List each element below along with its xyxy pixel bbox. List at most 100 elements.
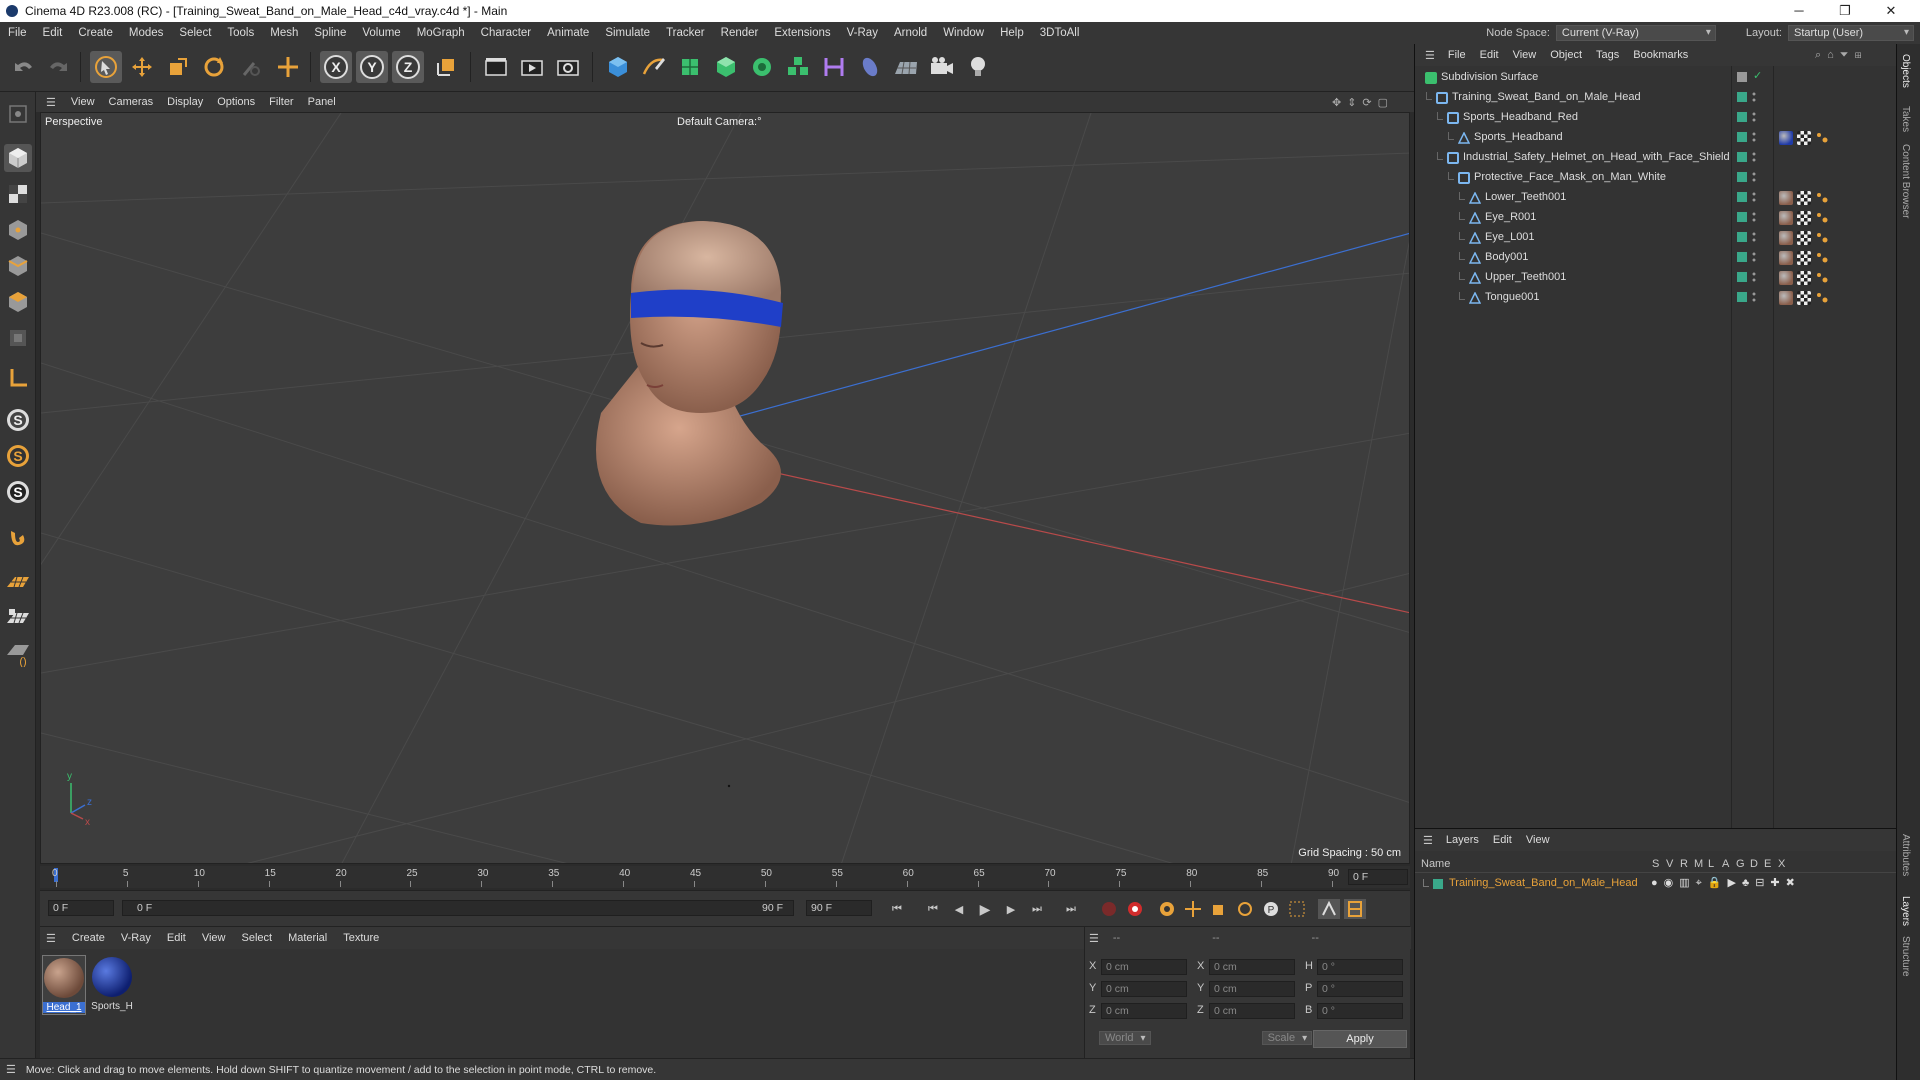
record-keys-button[interactable] — [1098, 899, 1120, 919]
object-menu-bookmarks[interactable]: Bookmarks — [1626, 49, 1695, 61]
object-row[interactable]: Tongue001 — [1415, 288, 1897, 308]
axis-mode-button[interactable] — [4, 364, 32, 392]
menu-mesh[interactable]: Mesh — [262, 27, 306, 39]
status-hamburger-icon[interactable]: ☰ — [6, 1063, 16, 1076]
material-tag-icon[interactable] — [1779, 191, 1793, 205]
viewport-menu-options[interactable]: Options — [210, 96, 262, 108]
viewport-menu-display[interactable]: Display — [160, 96, 210, 108]
menu-spline[interactable]: Spline — [306, 27, 354, 39]
menu-tracker[interactable]: Tracker — [658, 27, 713, 39]
object-menu-object[interactable]: Object — [1543, 49, 1589, 61]
key-position-button[interactable] — [1182, 899, 1204, 919]
texture-mode-button[interactable] — [4, 180, 32, 208]
coordinates-hamburger-icon[interactable]: ☰ — [1089, 932, 1099, 945]
object-name[interactable]: Industrial_Safety_Helmet_on_Head_with_Fa… — [1463, 151, 1730, 163]
menu-simulate[interactable]: Simulate — [597, 27, 658, 39]
object-name[interactable]: Lower_Teeth001 — [1485, 191, 1566, 203]
position-x-field[interactable]: 0 cm — [1101, 959, 1187, 975]
size-y-field[interactable]: 0 cm — [1209, 981, 1295, 997]
layer-toggle-icons[interactable]: ●◉▥⌖🔒▶♣⊟✚✖ — [1651, 876, 1801, 890]
texture-tag-icon[interactable] — [1797, 291, 1811, 305]
object-hamburger-icon[interactable]: ☰ — [1425, 49, 1435, 62]
keyframe-selection-button[interactable] — [1156, 899, 1178, 919]
material-tag-icon[interactable] — [1779, 291, 1793, 305]
coordinate-system-button[interactable] — [430, 51, 462, 83]
minimize-button[interactable]: ─ — [1776, 0, 1822, 22]
current-frame-field[interactable]: 0 F — [1348, 869, 1408, 885]
coordinate-space-dropdown[interactable]: World — [1099, 1031, 1151, 1045]
key-pla-button[interactable] — [1286, 899, 1308, 919]
material-menu-material[interactable]: Material — [280, 932, 335, 944]
layout-dropdown[interactable]: Startup (User) — [1788, 25, 1914, 41]
vray-tag-icon[interactable] — [1815, 291, 1829, 305]
object-name[interactable]: Eye_L001 — [1485, 231, 1535, 243]
menu-volume[interactable]: Volume — [354, 27, 408, 39]
visibility-dots-icon[interactable] — [1752, 251, 1756, 263]
object-row[interactable]: Sports_Headband_Red — [1415, 108, 1897, 128]
menu-create[interactable]: Create — [70, 27, 121, 39]
object-menu-view[interactable]: View — [1506, 49, 1544, 61]
recent-tool-button[interactable] — [234, 51, 266, 83]
start-frame-field[interactable]: 0 F — [48, 900, 114, 916]
object-name[interactable]: Upper_Teeth001 — [1485, 271, 1566, 283]
workplane-button[interactable] — [4, 568, 32, 596]
menu-vray[interactable]: V-Ray — [839, 27, 886, 39]
floor-button[interactable] — [890, 51, 922, 83]
object-name[interactable]: Sports_Headband — [1474, 131, 1563, 143]
timeline-ruler[interactable]: 0 5 10 15 20 25 30 35 40 45 50 55 60 65 70 75 80 85 90 0 F — [40, 866, 1410, 888]
visibility-dots-icon[interactable] — [1752, 171, 1756, 183]
make-editable-button[interactable] — [4, 100, 32, 128]
texture-tag-icon[interactable] — [1797, 231, 1811, 245]
layer-color-swatch[interactable] — [1433, 879, 1443, 889]
layer-menu-layers[interactable]: Layers — [1439, 834, 1486, 846]
viewport-nav-icons[interactable]: ✥⇕⟳▢ — [1332, 96, 1394, 109]
tweak-button[interactable] — [4, 524, 32, 552]
layer-color-tag[interactable] — [1737, 152, 1747, 162]
menu-arnold[interactable]: Arnold — [886, 27, 935, 39]
range-slider[interactable]: 0 F 90 F — [122, 900, 794, 916]
layer-color-tag[interactable] — [1737, 112, 1747, 122]
viewport-menu-panel[interactable]: Panel — [301, 96, 343, 108]
scheme-button[interactable] — [1344, 899, 1366, 919]
visibility-dots-icon[interactable] — [1752, 91, 1756, 103]
object-name[interactable]: Sports_Headband_Red — [1463, 111, 1578, 123]
layer-color-tag[interactable] — [1737, 92, 1747, 102]
locked-workplane-button[interactable] — [4, 604, 32, 632]
goto-end-button[interactable]: ⏭ — [1060, 899, 1082, 919]
layer-name[interactable]: Training_Sweat_Band_on_Male_Head — [1449, 877, 1638, 889]
side-tab-structure[interactable]: Structure — [1900, 936, 1911, 977]
object-row[interactable]: Eye_L001 — [1415, 228, 1897, 248]
cloner-button[interactable] — [746, 51, 778, 83]
menu-file[interactable]: File — [0, 27, 35, 39]
object-menu-tags[interactable]: Tags — [1589, 49, 1626, 61]
object-row[interactable]: Protective_Face_Mask_on_Man_White — [1415, 168, 1897, 188]
object-row[interactable]: Lower_Teeth001 — [1415, 188, 1897, 208]
light-button[interactable] — [962, 51, 994, 83]
object-search-icons[interactable]: ⌕⌂⏷⊞ — [1815, 49, 1868, 62]
scale-tool-button[interactable] — [162, 51, 194, 83]
viewport-menu-view[interactable]: View — [64, 96, 102, 108]
object-row[interactable]: Body001 — [1415, 248, 1897, 268]
render-view-button[interactable] — [480, 51, 512, 83]
layer-hamburger-icon[interactable]: ☰ — [1423, 834, 1433, 847]
side-tab-layers[interactable]: Layers — [1900, 896, 1911, 926]
live-selection-button[interactable] — [90, 51, 122, 83]
menu-render[interactable]: Render — [713, 27, 767, 39]
side-tab-content-browser[interactable]: Content Browser — [1900, 144, 1911, 218]
goto-start-button[interactable]: ⏮ — [886, 899, 908, 919]
polygons-mode-button[interactable] — [4, 288, 32, 316]
object-name[interactable]: Protective_Face_Mask_on_Man_White — [1474, 171, 1666, 183]
mograph-button[interactable] — [782, 51, 814, 83]
position-z-field[interactable]: 0 cm — [1101, 1003, 1187, 1019]
field-button[interactable] — [854, 51, 886, 83]
object-name[interactable]: Eye_R001 — [1485, 211, 1536, 223]
menu-edit[interactable]: Edit — [35, 27, 71, 39]
male-head-model[interactable] — [596, 221, 783, 526]
vray-tag-icon[interactable] — [1815, 231, 1829, 245]
camera-button[interactable] — [926, 51, 958, 83]
texture-tag-icon[interactable] — [1797, 251, 1811, 265]
layer-color-tag[interactable] — [1737, 212, 1747, 222]
side-tab-objects[interactable]: Objects — [1900, 54, 1911, 88]
menu-character[interactable]: Character — [473, 27, 540, 39]
material-tag-icon[interactable] — [1779, 251, 1793, 265]
